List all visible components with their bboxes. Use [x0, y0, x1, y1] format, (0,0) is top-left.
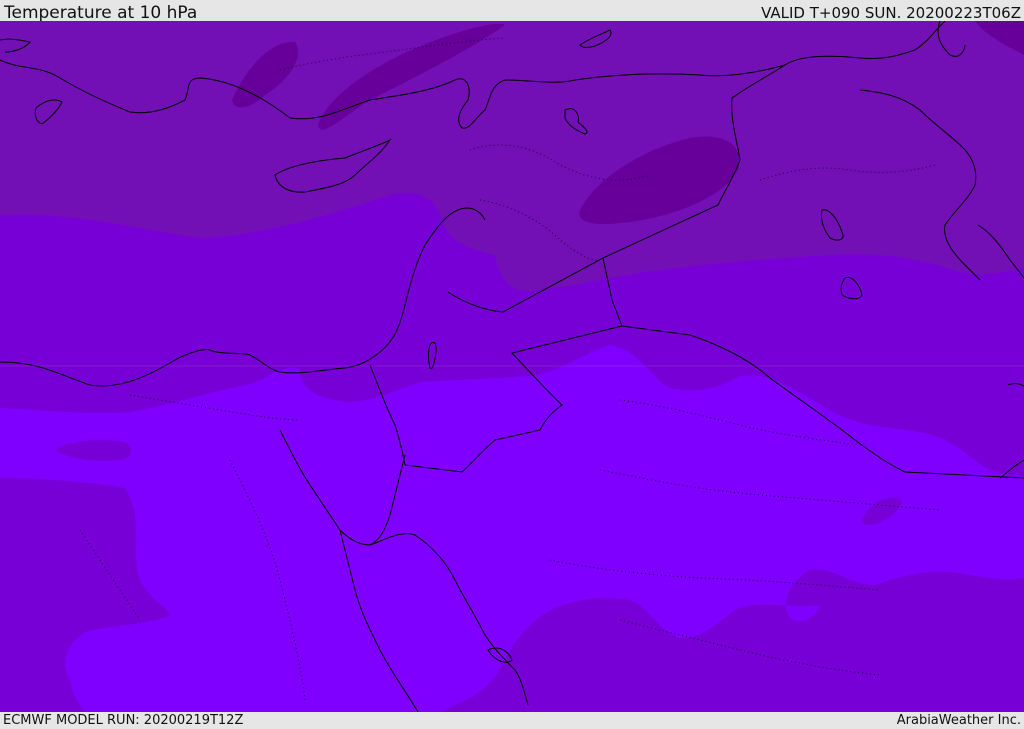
map-title: Temperature at 10 hPa	[4, 3, 198, 23]
weather-map-frame: Temperature at 10 hPa VALID T+090 SUN. 2…	[0, 0, 1024, 729]
brand-label: ArabiaWeather Inc.	[896, 713, 1021, 728]
model-run-label: ECMWF MODEL RUN: 20200219T12Z	[3, 713, 244, 728]
valid-time: VALID T+090 SUN. 20200223T06Z	[761, 4, 1021, 22]
temperature-map	[0, 21, 1024, 712]
